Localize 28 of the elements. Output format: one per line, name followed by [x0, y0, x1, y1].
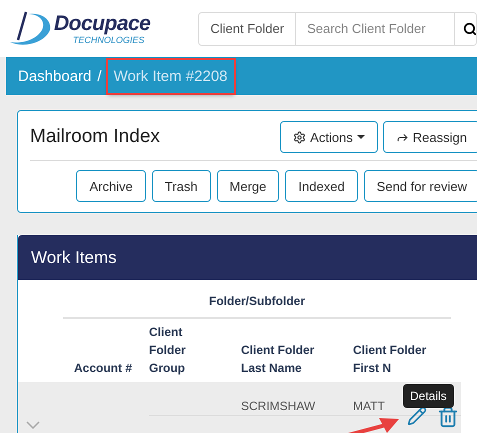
search-button[interactable] [454, 12, 476, 44]
card-title: Mailroom Index [30, 126, 160, 148]
panel-title: Work Items [18, 235, 477, 280]
logo-tagline: TECHNOLOGIES [72, 34, 144, 44]
pencil-icon [407, 406, 427, 426]
chevron-down-icon [26, 421, 40, 429]
action-button[interactable]: Indexed [285, 170, 358, 202]
column-group-header: Folder/Subfolder [63, 294, 451, 319]
search-field[interactable]: Client Folder Search Client Folder [198, 12, 477, 46]
breadcrumb-separator: / [97, 68, 102, 84]
action-button[interactable]: Archive [76, 170, 146, 202]
column-header: Client Folder First N [353, 342, 428, 377]
action-button[interactable]: Send for review [364, 170, 477, 202]
action-button[interactable]: Merge [216, 170, 280, 202]
column-header: Client Folder Group [149, 324, 187, 377]
table-cell: SCRIMSHAW [241, 382, 353, 416]
column-header: Account # [74, 360, 132, 377]
caret-icon [356, 135, 365, 139]
action-button[interactable]: Trash [152, 170, 211, 202]
gear-icon [293, 130, 306, 144]
logo-name: Docupace [54, 12, 150, 34]
tooltip: Details [403, 384, 454, 408]
search-icon [463, 22, 476, 36]
trash-icon [437, 406, 459, 428]
actions-dropdown-button[interactable]: Actions [280, 121, 378, 153]
reassign-button[interactable]: Reassign [382, 121, 477, 153]
expand-toggle[interactable] [26, 421, 40, 429]
column-header: Client Folder Last Name [241, 342, 316, 377]
